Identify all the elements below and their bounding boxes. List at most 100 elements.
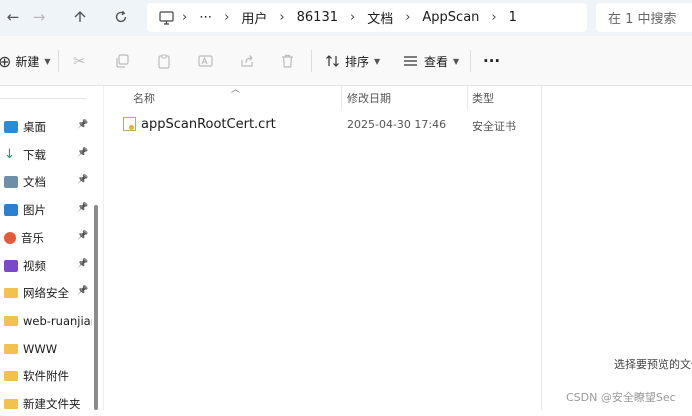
sidebar-item[interactable]: 图片 📌: [0, 198, 92, 222]
breadcrumb-appscan[interactable]: AppScan: [422, 10, 479, 25]
folder-icon: [4, 343, 18, 354]
breadcrumb-users[interactable]: 用户: [241, 8, 267, 27]
pin-icon[interactable]: 📌: [77, 231, 88, 241]
sidebar-item-label: 图片: [23, 203, 46, 218]
sidebar-item-label: 桌面: [23, 120, 46, 134]
pane-divider: [103, 86, 104, 410]
sidebar-item[interactable]: WWW: [0, 337, 92, 361]
sidebar-item-label: 网络安全: [23, 286, 69, 301]
preview-pane-divider[interactable]: [541, 86, 542, 410]
view-list-icon: [404, 56, 417, 66]
sidebar-item[interactable]: web-ruanjianf: [0, 309, 92, 333]
pin-icon[interactable]: 📌: [77, 286, 88, 296]
copy-icon: [116, 54, 129, 68]
column-divider[interactable]: [341, 86, 342, 110]
certificate-file-icon: [123, 117, 136, 131]
folder-icon: [4, 371, 18, 382]
folder-icon: [4, 315, 18, 326]
address-bar[interactable]: › ⋯ › 用户 › 86131 › 文档 › AppScan › 1: [147, 3, 587, 32]
chevron-right-icon: ›: [224, 10, 230, 25]
chevron-down-icon: ▼: [453, 56, 460, 66]
document-icon: [4, 176, 18, 189]
more-options-button[interactable]: ···: [483, 48, 500, 74]
forward-button[interactable]: →: [26, 6, 52, 28]
navigation-pane: 桌面 📌 ↓ 下载 📌 文档 📌 图片 📌 音乐 📌 视频 📌 网络安全 📌 web-ruanjianf WWW…: [0, 86, 100, 411]
sidebar-item[interactable]: 软件附件: [0, 364, 92, 388]
view-label: 查看: [424, 54, 449, 69]
breadcrumb-user-folder[interactable]: 86131: [297, 10, 338, 25]
delete-button[interactable]: [281, 48, 294, 74]
plus-icon: ⊕: [0, 51, 12, 71]
chevron-down-icon: ▼: [44, 56, 51, 66]
sort-icon: [326, 55, 339, 67]
sidebar-item[interactable]: 网络安全 📌: [0, 281, 92, 305]
sidebar-item-label: 视频: [23, 258, 46, 273]
up-button[interactable]: [67, 6, 93, 28]
sidebar-item[interactable]: 文档 📌: [0, 170, 92, 194]
sidebar-item[interactable]: 桌面 📌: [0, 115, 92, 139]
copy-button[interactable]: [115, 48, 129, 74]
column-header-name[interactable]: 名称: [133, 90, 155, 105]
pin-icon[interactable]: 📌: [77, 259, 88, 269]
new-label: 新建: [15, 54, 40, 69]
refresh-button[interactable]: [108, 6, 134, 28]
share-button[interactable]: [240, 48, 254, 74]
music-icon: [4, 231, 16, 244]
column-divider[interactable]: [467, 86, 468, 110]
file-row[interactable]: appScanRootCert.crt 2025-04-30 17:46 安全证…: [120, 114, 540, 136]
sidebar-scrollbar[interactable]: [94, 205, 98, 410]
new-button[interactable]: ⊕ 新建 ▼: [0, 48, 51, 74]
preview-pane-message: 选择要预览的文件: [614, 358, 692, 371]
share-icon: [241, 55, 253, 67]
sidebar-item[interactable]: 新建文件夹: [0, 392, 92, 416]
toolbar-divider: [311, 50, 312, 72]
watermark-text: CSDN @安全瞭望Sec: [566, 391, 676, 404]
chevron-right-icon: ›: [405, 10, 411, 25]
search-input[interactable]: 在 1 中搜索: [596, 3, 692, 32]
sidebar-item[interactable]: 音乐 📌: [0, 226, 92, 250]
sidebar-item-label: 音乐: [21, 230, 44, 245]
chevron-down-icon: ▼: [374, 56, 381, 66]
toolbar-divider: [470, 50, 471, 72]
sidebar-item-label: 文档: [23, 175, 46, 190]
sidebar-item[interactable]: 视频 📌: [0, 254, 92, 278]
sidebar-item-label: 软件附件: [23, 369, 69, 384]
breadcrumb-documents[interactable]: 文档: [367, 8, 393, 27]
folder-icon: [4, 288, 18, 299]
sidebar-item-label: WWW: [23, 341, 58, 356]
column-header-modified[interactable]: 修改日期: [347, 90, 391, 105]
rename-button[interactable]: [198, 48, 213, 74]
pin-icon[interactable]: 📌: [77, 120, 88, 130]
sort-button[interactable]: 排序 ▼: [325, 48, 380, 74]
pin-icon[interactable]: 📌: [77, 148, 88, 158]
command-bar: ⊕ 新建 ▼ ✂ 排序 ▼ 查看 ▼ ···: [0, 36, 692, 86]
clipboard-icon: [158, 54, 170, 69]
column-header-type[interactable]: 类型: [472, 90, 494, 105]
paste-button[interactable]: [157, 48, 171, 74]
scissors-icon: ✂: [73, 52, 86, 70]
breadcrumb-current[interactable]: 1: [509, 10, 517, 25]
rename-icon: [198, 55, 213, 67]
file-modified-date: 2025-04-30 17:46: [347, 118, 447, 131]
sidebar-item[interactable]: ↓ 下载 📌: [0, 143, 92, 167]
toolbar-divider: [58, 50, 59, 72]
pin-icon[interactable]: 📌: [77, 203, 88, 213]
trash-icon: [282, 54, 293, 68]
sort-label: 排序: [345, 54, 370, 69]
arrow-left-icon: ←: [6, 8, 20, 26]
sort-ascending-icon: ︿: [231, 85, 241, 95]
video-icon: [4, 259, 18, 272]
view-button[interactable]: 查看 ▼: [403, 48, 459, 74]
computer-icon: [159, 10, 174, 25]
sidebar-item-label: web-ruanjianf: [23, 313, 92, 328]
chevron-right-icon: ›: [279, 10, 285, 25]
file-type: 安全证书: [472, 120, 516, 133]
desktop-icon: [4, 121, 18, 133]
sidebar-item-label: 下载: [23, 147, 46, 162]
file-name: appScanRootCert.crt: [141, 117, 276, 132]
pin-icon[interactable]: 📌: [77, 175, 88, 185]
back-button[interactable]: ←: [0, 6, 26, 28]
chevron-right-icon: ›: [491, 10, 497, 25]
cut-button[interactable]: ✂: [73, 48, 86, 74]
breadcrumb-overflow[interactable]: ⋯: [199, 10, 212, 25]
